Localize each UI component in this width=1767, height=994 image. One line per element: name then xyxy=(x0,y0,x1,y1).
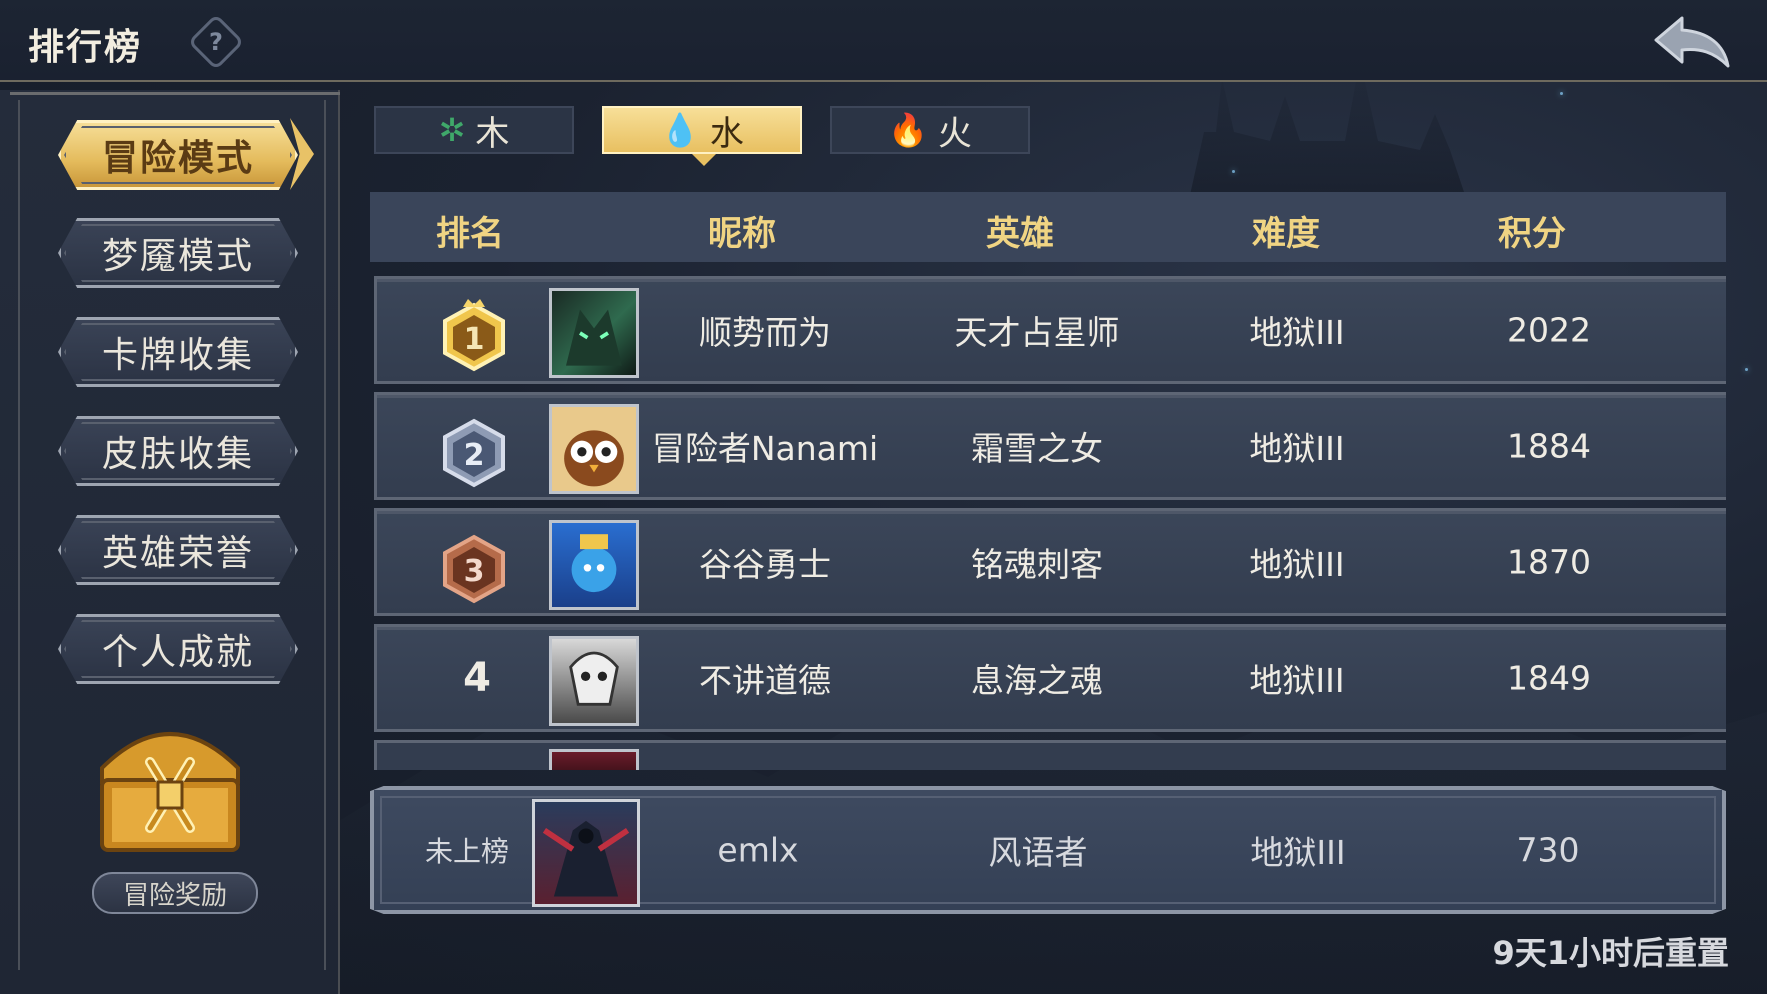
bronze-rank-badge-icon: 3 xyxy=(443,534,505,604)
silver-rank-badge-icon: 2 xyxy=(443,418,505,488)
mode-label: 英雄荣誉 xyxy=(101,533,254,574)
hero-name: 铭魂刺客 xyxy=(971,545,1103,584)
header-hero: 英雄 xyxy=(986,214,1054,254)
question-icon[interactable]: ? xyxy=(187,13,245,71)
hero-name: 天才占星师 xyxy=(954,313,1120,352)
table-row[interactable]: 3 谷谷勇士 铭魂刺客 地狱III 1870 xyxy=(374,508,1726,616)
mode-nightmare-button[interactable]: 梦魇模式 xyxy=(58,218,298,288)
nickname: 谷谷勇士 xyxy=(699,545,831,584)
table-row[interactable]: 4 不讲道德 息海之魂 地狱III 1849 xyxy=(374,624,1726,732)
tab-fire[interactable]: 🔥 火 xyxy=(830,106,1030,154)
my-rank-row[interactable]: 未上榜 emlx 风语者 地狱III 730 xyxy=(370,786,1726,914)
my-rank: 未上榜 xyxy=(424,835,510,868)
hero-avatar xyxy=(549,636,639,726)
header-difficulty: 难度 xyxy=(1252,214,1320,254)
tab-water[interactable]: 💧 水 xyxy=(602,106,802,154)
hero-name: 息海之魂 xyxy=(971,661,1103,700)
water-drop-icon: 💧 xyxy=(660,111,700,149)
mode-label: 梦魇模式 xyxy=(101,236,254,277)
header-nickname: 昵称 xyxy=(708,214,776,254)
mode-skin-collection-button[interactable]: 皮肤收集 xyxy=(58,416,298,486)
hero-avatar xyxy=(549,749,639,770)
mode-adventure-button[interactable]: 冒险模式 xyxy=(58,120,298,190)
hero-avatar xyxy=(549,404,639,494)
my-difficulty: 地狱III xyxy=(1250,833,1346,872)
back-arrow-icon[interactable] xyxy=(1652,14,1732,70)
leaf-icon: ✲ xyxy=(438,111,466,149)
difficulty: 地狱III xyxy=(1249,545,1345,584)
mode-label: 冒险模式 xyxy=(101,138,254,179)
tab-label: 水 xyxy=(709,113,744,154)
page-title: 排行榜 xyxy=(28,27,143,68)
top-bar: 排行榜 ? xyxy=(0,0,1767,82)
score: 1870 xyxy=(1507,542,1591,582)
table-header: 排名 昵称 英雄 难度 积分 xyxy=(370,192,1726,262)
tab-label: 木 xyxy=(475,113,510,154)
score: 1884 xyxy=(1507,426,1591,466)
gold-rank-badge-icon: 1 xyxy=(443,299,505,372)
rank-number: 1 xyxy=(464,322,485,357)
tab-wood[interactable]: ✲ 木 xyxy=(374,106,574,154)
treasure-chest-icon[interactable] xyxy=(90,710,250,860)
difficulty: 地狱III xyxy=(1249,313,1345,352)
mode-label: 个人成就 xyxy=(101,632,254,673)
reset-timer: 9天1小时后重置 xyxy=(1492,934,1729,972)
star xyxy=(1560,92,1563,95)
tab-label: 火 xyxy=(937,113,972,154)
score: 2022 xyxy=(1507,310,1591,350)
table-row-partial[interactable] xyxy=(374,740,1726,770)
header-score: 积分 xyxy=(1498,214,1566,254)
nickname: 冒险者Nanami xyxy=(651,429,879,468)
sidebar-divider xyxy=(10,92,340,100)
difficulty: 地狱III xyxy=(1249,429,1345,468)
hero-avatar xyxy=(532,799,640,907)
rank-number: 3 xyxy=(464,554,485,589)
mode-label: 卡牌收集 xyxy=(101,335,254,376)
mode-card-collection-button[interactable]: 卡牌收集 xyxy=(58,317,298,387)
difficulty: 地狱III xyxy=(1249,661,1345,700)
adventure-reward-label[interactable]: 冒险奖励 xyxy=(92,872,258,914)
sidebar-rail xyxy=(18,100,20,970)
star xyxy=(1745,368,1748,371)
hero-avatar xyxy=(549,520,639,610)
score: 1849 xyxy=(1507,658,1591,698)
hero-name: 霜雪之女 xyxy=(971,429,1103,468)
table-row[interactable]: 2 冒险者Nanami 霜雪之女 地狱III 1884 xyxy=(374,392,1726,500)
table-row[interactable]: 1 顺势而为 天才占星师 地狱III 2022 xyxy=(374,276,1726,384)
mode-hero-honor-button[interactable]: 英雄荣誉 xyxy=(58,515,298,585)
sidebar-rail xyxy=(324,100,326,970)
active-tab-indicator xyxy=(692,154,716,166)
fire-icon: 🔥 xyxy=(888,111,928,149)
my-score: 730 xyxy=(1516,830,1580,870)
my-nickname: emlx xyxy=(717,830,799,870)
star xyxy=(1232,170,1235,173)
rank-number: 2 xyxy=(464,438,485,473)
my-hero: 风语者 xyxy=(988,833,1088,872)
mode-achievement-button[interactable]: 个人成就 xyxy=(58,614,298,684)
hero-avatar xyxy=(549,288,639,378)
header-rank: 排名 xyxy=(436,214,504,254)
mode-label: 皮肤收集 xyxy=(101,434,254,475)
nickname: 顺势而为 xyxy=(699,313,831,352)
rank-number: 4 xyxy=(463,655,491,701)
nickname: 不讲道德 xyxy=(699,661,831,700)
